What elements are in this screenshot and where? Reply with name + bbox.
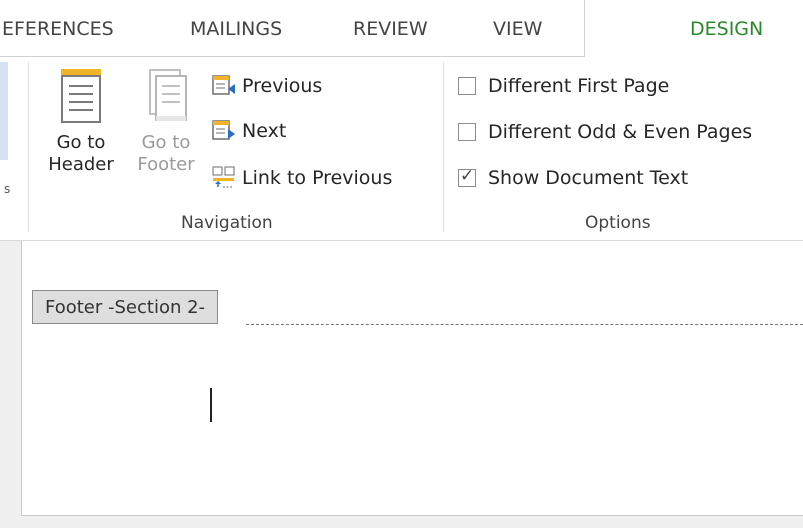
show-document-text-option[interactable]: ✓ Show Document Text xyxy=(458,164,688,192)
different-first-page-label: Different First Page xyxy=(488,75,670,97)
link-to-previous-icon xyxy=(212,166,235,188)
group-separator xyxy=(443,62,444,232)
different-odd-even-checkbox[interactable] xyxy=(458,123,476,141)
different-first-page-option[interactable]: Different First Page xyxy=(458,72,669,100)
navigation-group-label: Navigation xyxy=(181,213,273,233)
different-odd-even-label: Different Odd & Even Pages xyxy=(488,121,753,143)
previous-section-icon xyxy=(212,75,235,95)
header-doc-icon xyxy=(61,69,101,123)
ribbon-tab-bar: EFERENCES MAILINGS REVIEW VIEW DESIGN xyxy=(0,0,803,58)
show-document-text-label: Show Document Text xyxy=(488,167,689,189)
tab-view[interactable]: VIEW xyxy=(493,18,542,40)
go-to-header-label-2: Header xyxy=(48,154,114,175)
text-cursor xyxy=(210,388,212,422)
footer-section-tag: Footer -Section 2- xyxy=(32,290,219,324)
go-to-footer-label-2: Footer xyxy=(137,154,195,175)
next-label: Next xyxy=(242,120,287,142)
go-to-header-button[interactable]: Go to Header xyxy=(40,68,122,176)
document-page[interactable] xyxy=(21,241,803,516)
go-to-header-label-1: Go to xyxy=(56,132,106,153)
previous-label: Previous xyxy=(242,75,323,97)
previous-group-label-fragment: s xyxy=(4,182,11,196)
link-to-previous-label: Link to Previous xyxy=(242,167,393,189)
group-separator xyxy=(28,62,29,232)
checkmark-icon: ✓ xyxy=(460,166,475,186)
go-to-footer-label-1: Go to xyxy=(141,132,191,153)
next-section-icon xyxy=(212,120,235,140)
tab-references[interactable]: EFERENCES xyxy=(2,18,114,40)
different-first-page-checkbox[interactable] xyxy=(458,77,476,95)
footer-doc-icon xyxy=(149,69,187,121)
previous-button[interactable]: Previous xyxy=(212,71,322,101)
go-to-footer-button[interactable]: Go to Footer xyxy=(128,68,204,176)
tab-mailings[interactable]: MAILINGS xyxy=(190,18,282,40)
next-button[interactable]: Next xyxy=(212,116,286,146)
tab-review[interactable]: REVIEW xyxy=(353,18,428,40)
options-group-label: Options xyxy=(585,213,651,233)
footer-boundary-line xyxy=(246,324,803,325)
different-odd-even-option[interactable]: Different Odd & Even Pages xyxy=(458,118,752,146)
show-document-text-checkbox[interactable]: ✓ xyxy=(458,166,476,187)
link-to-previous-button[interactable]: Link to Previous xyxy=(212,163,392,193)
tab-design[interactable]: DESIGN xyxy=(690,18,763,40)
previous-group-edge xyxy=(0,62,8,160)
